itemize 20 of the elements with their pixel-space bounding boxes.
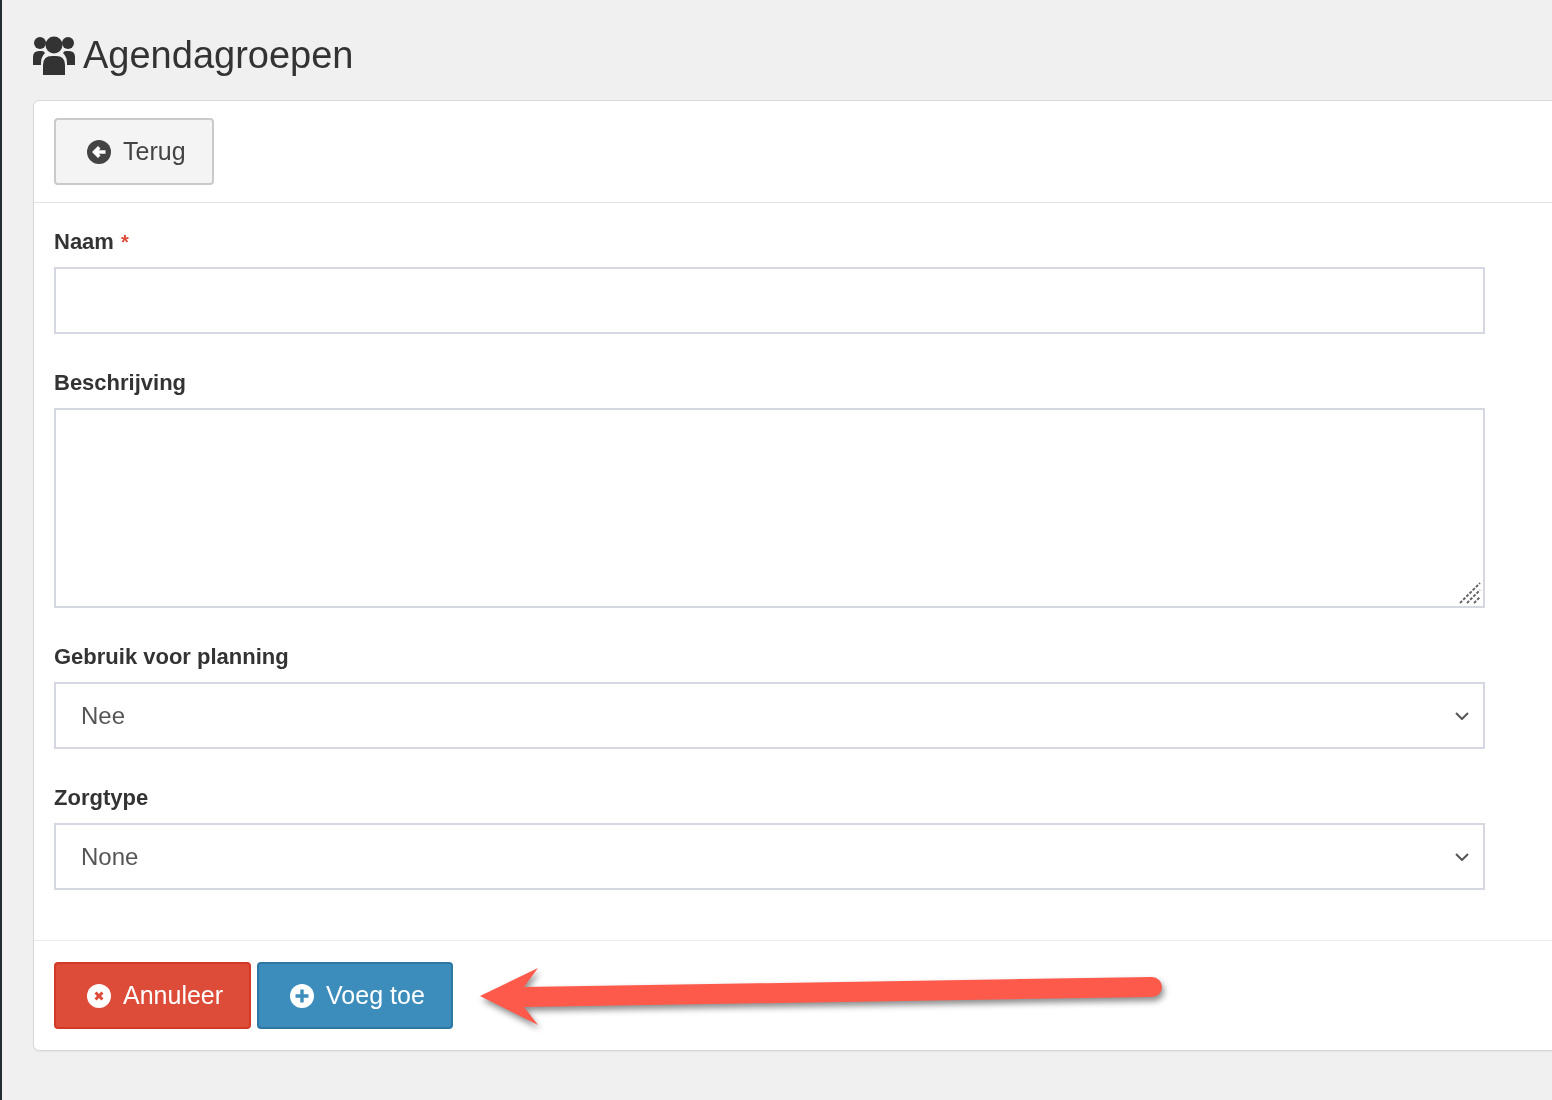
plus-circle-icon [290, 983, 315, 1008]
required-asterisk: * [120, 230, 129, 255]
text-field[interactable] [54, 267, 1485, 334]
field-label: Naam [54, 228, 114, 256]
add-button[interactable]: Voeg toe [257, 962, 453, 1029]
field-label: Zorgtype [54, 784, 149, 812]
arrow-left-circle-icon [87, 139, 111, 164]
users-icon [33, 35, 75, 75]
select-field[interactable]: Nee [54, 682, 1485, 749]
field-label: Beschrijving [54, 369, 187, 397]
textarea-field[interactable] [54, 408, 1485, 608]
chevron-down-icon [1455, 711, 1469, 720]
cancel-button[interactable]: Annuleer [54, 962, 252, 1029]
select-field[interactable]: None [54, 823, 1485, 890]
field-label: Gebruik voor planning [54, 643, 289, 671]
resize-grip-icon [1459, 582, 1481, 604]
back-button[interactable]: Terug [54, 118, 214, 185]
x-circle-icon [87, 983, 111, 1008]
page-title: Agendagroepen [83, 33, 354, 77]
chevron-down-icon [1455, 852, 1469, 861]
